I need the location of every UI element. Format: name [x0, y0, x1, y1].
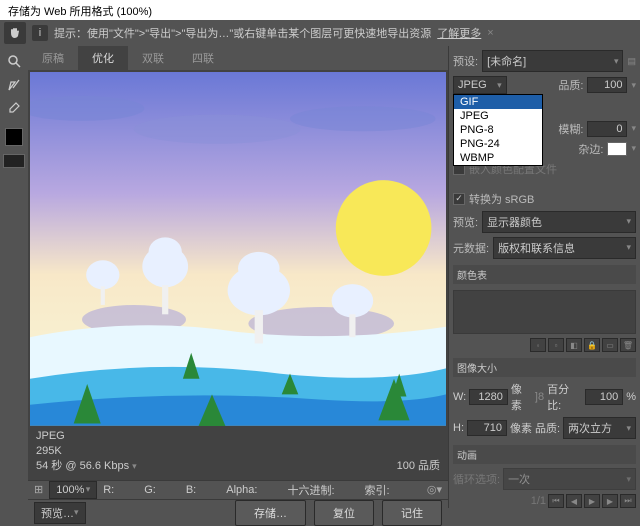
index-label: 索引: [365, 482, 390, 498]
convert-srgb-checkbox[interactable]: ✓ [453, 193, 465, 205]
quality-input[interactable]: 100 [587, 77, 627, 93]
hand-tool-icon[interactable] [4, 22, 26, 44]
tab-four-up[interactable]: 四联 [178, 46, 228, 70]
blur-label: 模糊: [558, 121, 583, 137]
ct-btn-5[interactable]: ▭ [602, 338, 618, 352]
learn-more-link[interactable]: 了解更多 [437, 25, 481, 41]
toggle-swatch[interactable] [3, 154, 25, 168]
anim-title: 动画 [453, 445, 636, 464]
preview-color-select[interactable]: 显示器颜色▾ [482, 211, 636, 233]
width-input[interactable]: 1280 [469, 389, 508, 405]
anim-play: ▶ [584, 494, 600, 508]
matte-swatch[interactable] [607, 142, 627, 156]
preset-label: 预设: [453, 53, 478, 69]
metadata-select[interactable]: 版权和联系信息▾ [493, 237, 636, 259]
tab-two-up[interactable]: 双联 [128, 46, 178, 70]
ct-btn-1[interactable]: ◦ [530, 338, 546, 352]
hint-text: 提示：使用"文件">"导出">"导出为…"或右键单击某个图层可更快速地导出资源 [54, 25, 431, 41]
hint-close-icon[interactable]: × [487, 27, 493, 39]
loop-select: 一次▾ [503, 468, 636, 490]
ct-btn-6[interactable]: 🗑 [620, 338, 636, 352]
metadata-label: 元数据: [453, 240, 489, 256]
format-dropdown-list: GIF JPEG PNG-8 PNG-24 WBMP [453, 94, 543, 166]
loop-label: 循环选项: [453, 471, 500, 487]
tab-optimized[interactable]: 优化 [78, 46, 128, 71]
anim-last: ⏭ [620, 494, 636, 508]
left-toolbar [0, 46, 28, 508]
foreground-swatch[interactable] [5, 128, 23, 146]
format-option-jpeg[interactable]: JPEG [454, 109, 542, 123]
preset-menu-icon[interactable]: ▤ [627, 56, 636, 67]
reset-button[interactable]: 复位 [314, 500, 374, 526]
status-quality: 100 品质 [397, 459, 440, 474]
color-table [453, 290, 636, 334]
eyedropper-tool-icon[interactable] [3, 98, 25, 120]
percent-label: 百分比: [547, 381, 581, 413]
px-label-2: 像素 [510, 420, 532, 436]
b-label: B: [186, 484, 196, 496]
save-button[interactable]: 存储… [235, 500, 306, 526]
time-menu-icon[interactable]: ▾ [132, 461, 137, 471]
preview-tabs: 原稿 优化 双联 四联 [28, 46, 448, 70]
status-time: 54 秒 @ 56.6 Kbps [36, 460, 129, 472]
info-icon: i [32, 25, 48, 41]
hex-label: 十六进制: [287, 482, 334, 498]
matte-label: 杂边: [578, 141, 603, 157]
link-icon[interactable]: ]⁠8 [535, 391, 544, 403]
h-label: H: [453, 422, 464, 434]
quality2-label: 品质: [535, 420, 560, 436]
window-title: 存储为 Web 所用格式 (100%) [0, 0, 640, 20]
format-select[interactable]: JPEG▾ [453, 76, 507, 94]
slice-tool-icon[interactable] [3, 74, 25, 96]
w-label: W: [453, 391, 466, 403]
anim-first: ⏮ [548, 494, 564, 508]
percent-input[interactable]: 100 [585, 389, 624, 405]
format-option-wbmp[interactable]: WBMP [454, 151, 542, 165]
format-option-png8[interactable]: PNG-8 [454, 123, 542, 137]
quality-label: 品质: [558, 77, 583, 93]
preset-select[interactable]: [未命名]▾ [482, 50, 623, 72]
imagesize-title: 图像大小 [453, 358, 636, 377]
anim-next: ▶ [602, 494, 618, 508]
height-input[interactable]: 710 [467, 420, 507, 436]
preview-menu[interactable]: 预览…▾ [34, 502, 86, 524]
format-option-png24[interactable]: PNG-24 [454, 137, 542, 151]
ct-btn-2[interactable]: ▫ [548, 338, 564, 352]
ct-btn-3[interactable]: ◧ [566, 338, 582, 352]
zoom-select[interactable]: 100%▾ [49, 481, 97, 499]
tab-original[interactable]: 原稿 [28, 46, 78, 70]
hint-bar: i 提示：使用"文件">"导出">"导出为…"或右键单击某个图层可更快速地导出资… [0, 20, 640, 46]
g-label: G: [144, 484, 156, 496]
r-label: R: [103, 484, 114, 496]
px-label-1: 像素 [511, 381, 532, 413]
grid-icon[interactable]: ⊞ [34, 483, 43, 496]
colortable-title: 颜色表 [453, 265, 636, 284]
frame-indicator: 1/1 [531, 495, 546, 507]
preview-canvas[interactable] [30, 72, 446, 426]
status-size: 295K [36, 444, 137, 459]
preview-label: 预览: [453, 214, 478, 230]
anim-prev: ◀ [566, 494, 582, 508]
convert-srgb-label: 转换为 sRGB [469, 191, 534, 207]
zoom-tool-icon[interactable] [3, 50, 25, 72]
alpha-label: Alpha: [226, 484, 257, 496]
browser-preview-icon[interactable]: ◎▾ [427, 483, 442, 496]
ct-btn-4[interactable]: 🔒 [584, 338, 600, 352]
blur-input[interactable]: 0 [587, 121, 627, 137]
status-format: JPEG [36, 429, 137, 444]
right-panel: 预设: [未命名]▾ ▤ JPEG▾ GIF JPEG PNG-8 PNG-24… [448, 46, 640, 508]
resample-select[interactable]: 两次立方▾ [563, 417, 636, 439]
format-option-gif[interactable]: GIF [454, 95, 542, 109]
remember-button[interactable]: 记住 [382, 500, 442, 526]
